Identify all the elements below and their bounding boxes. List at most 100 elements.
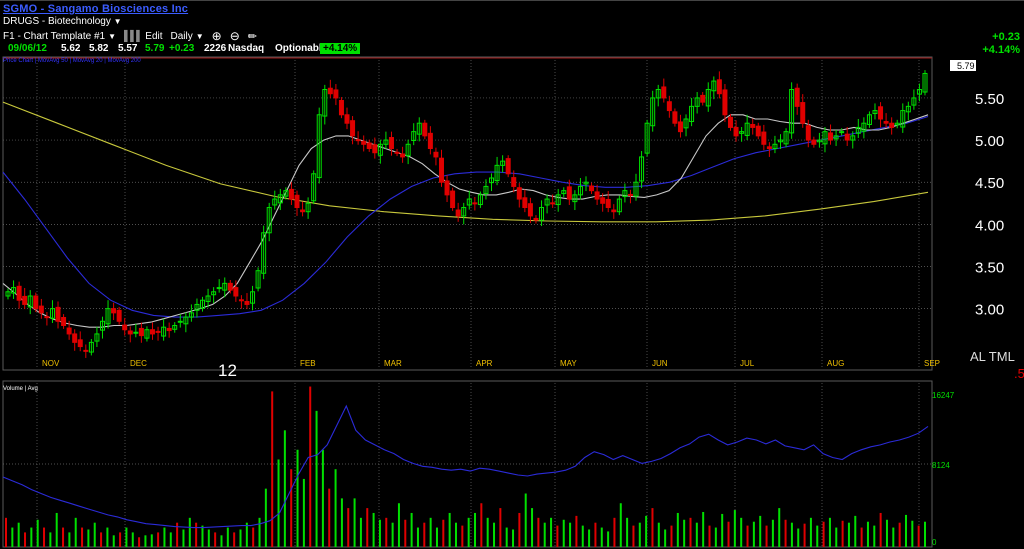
volume-bar (505, 527, 508, 547)
volume-bar (429, 517, 432, 547)
candle-down (366, 142, 372, 149)
volume-bar (207, 529, 210, 547)
volume-bar (746, 525, 749, 547)
candle-down (805, 125, 811, 141)
volume-bar (62, 527, 65, 547)
candle-down (122, 324, 128, 331)
candle-down (66, 327, 72, 335)
volume-bar (588, 529, 591, 547)
candle-down (527, 203, 533, 217)
volume-bar (30, 527, 33, 547)
volume-bar (721, 513, 724, 547)
volume-bar (131, 532, 134, 547)
volume-bar (55, 512, 58, 547)
volume-bar (448, 512, 451, 547)
volume-bar (119, 532, 122, 547)
candle-down (77, 339, 83, 348)
price-legend: Price Chart | MovAvg 50 | MovAvg 20 | Mo… (3, 58, 141, 64)
candle-down (333, 89, 339, 99)
volume-bar (809, 517, 812, 547)
volume-bar (245, 522, 248, 547)
volume-bar (898, 522, 901, 547)
volume-bar (619, 503, 622, 547)
volume-tick-label: 8124 (932, 461, 950, 470)
candle-down (127, 330, 133, 335)
volume-bar (924, 521, 926, 547)
month-label: APR (476, 359, 493, 368)
volume-bar (347, 508, 350, 547)
candle-down (111, 308, 117, 314)
month-label: JUN (652, 359, 668, 368)
volume-bar (708, 525, 711, 547)
volume-bar (93, 522, 96, 547)
candle-down (889, 122, 895, 128)
candles (5, 70, 928, 358)
candle-down (600, 197, 606, 204)
month-label: MAY (560, 359, 577, 368)
candle-down (72, 333, 78, 343)
volume-bar (302, 478, 305, 547)
volume-bar (917, 525, 920, 547)
candle-down (505, 158, 511, 175)
volume-bar (416, 527, 419, 547)
volume-bar (467, 517, 470, 547)
volume-bar (695, 522, 698, 547)
volume-bar (315, 410, 318, 547)
volume-bar (575, 515, 578, 547)
volume-bar (790, 522, 793, 547)
volume-bar (879, 512, 882, 547)
volume-bar (822, 521, 825, 547)
month-label: DEC (130, 359, 147, 368)
volume-bar (169, 532, 172, 547)
alt-label[interactable]: AL TML (970, 349, 1015, 364)
candle-down (433, 151, 439, 158)
candle-down (444, 180, 450, 196)
volume-bar (435, 527, 438, 547)
volume-bar (676, 512, 679, 547)
candle-down (388, 137, 394, 150)
volume-bar (480, 503, 483, 547)
candle-down (55, 306, 61, 322)
volume-bar (474, 512, 477, 547)
candle-down (550, 202, 556, 205)
candle-down (83, 349, 89, 352)
volume-bar (664, 529, 667, 547)
volume-bar (613, 517, 616, 547)
volume-bar (904, 514, 907, 547)
volume-bar (841, 520, 844, 547)
candle-down (355, 139, 361, 142)
candle-down (361, 140, 367, 145)
volume-avg-polyline (2, 404, 929, 529)
volume-bar (803, 523, 806, 547)
candle-up (177, 320, 183, 323)
candle-down (233, 287, 239, 297)
candle-down (700, 94, 706, 103)
price-tick-label: 3.50 (975, 260, 1004, 277)
candle-down (450, 190, 456, 208)
candle-down (327, 87, 333, 95)
candle-down (116, 309, 122, 322)
volume-bar (847, 522, 850, 547)
candle-down (472, 202, 478, 205)
volume-tick-label: 0 (932, 538, 937, 547)
volume-bar (702, 511, 705, 547)
ma50-polyline (2, 115, 929, 318)
volume-bar (404, 519, 407, 547)
alt-sub-label: .5 (1014, 366, 1024, 381)
candle-down (400, 153, 406, 158)
volume-bar (271, 391, 274, 547)
volume-bar (258, 517, 261, 547)
volume-bar (220, 535, 223, 547)
price-tick-label: 4.50 (975, 175, 1004, 192)
volume-bar (727, 521, 730, 547)
volume-bar (885, 519, 888, 547)
volume-bar (100, 532, 103, 547)
volume-bar (391, 522, 394, 547)
candle-down (149, 329, 155, 335)
volume-bar (410, 512, 413, 547)
candle-down (16, 285, 22, 301)
volume-bar (81, 527, 84, 547)
volume-bar (226, 527, 229, 547)
volume-bar (397, 503, 400, 547)
volume-bar (556, 525, 559, 547)
